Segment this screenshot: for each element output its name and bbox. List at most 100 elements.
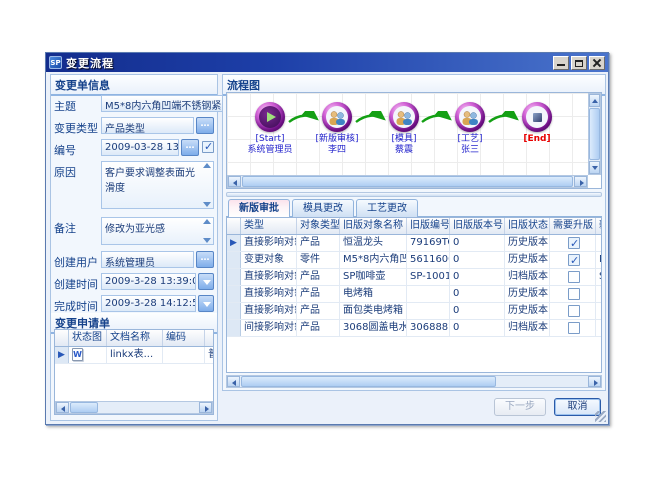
need-upgrade-checkbox[interactable] <box>568 322 580 334</box>
hscroll-thumb[interactable] <box>241 376 496 387</box>
extra-cell: 普通 <box>205 347 214 363</box>
create-time-dropdown-button[interactable] <box>198 273 214 290</box>
tab-craft-change[interactable]: 工艺更改 <box>356 199 418 217</box>
people-node-icon <box>455 102 485 132</box>
people-node-icon <box>322 102 352 132</box>
subject-label: 主题 <box>54 95 101 114</box>
col-old-status[interactable]: 旧版状态 <box>505 218 550 234</box>
scroll-up-button[interactable] <box>589 94 600 107</box>
vscroll-thumb[interactable] <box>589 108 600 160</box>
col-type[interactable]: 类型 <box>241 218 297 234</box>
reason-textarea[interactable]: 客户要求调整表面光滑度 <box>101 161 214 209</box>
flow-arrow <box>287 111 322 127</box>
current-row-marker: ▶ <box>55 347 69 363</box>
creator-browse-button[interactable]: … <box>196 251 214 268</box>
flow-chart-box: [Start] 系统管理员 [新版审核] <box>226 92 602 189</box>
creator-field[interactable]: 系统管理员 <box>101 251 194 268</box>
need-upgrade-checkbox[interactable] <box>568 288 580 300</box>
col-code[interactable]: 编码 <box>163 330 205 346</box>
flow-arrow <box>420 111 455 127</box>
window-title: 变更流程 <box>66 55 551 71</box>
table-row[interactable]: 直接影响对象 产品 面包类电烤箱 0 历史版本 <box>227 303 601 320</box>
table-row[interactable]: ▶ 直接影响对象 产品 恒温龙头 79169TC 0 历史版本 <box>227 235 601 252</box>
col-status-icon[interactable]: 状态图 <box>69 330 107 346</box>
cancel-button[interactable]: 取消 <box>554 398 601 416</box>
hscroll-thumb[interactable] <box>70 402 98 413</box>
col-doc-name[interactable]: 文档名称 <box>107 330 163 346</box>
scroll-right-button[interactable] <box>199 402 212 413</box>
col-obj-type[interactable]: 对象类型 <box>297 218 340 234</box>
table-row[interactable]: 直接影响对象 产品 SP咖啡壶 SP-1001 0 归档版本 SP咖 <box>227 269 601 286</box>
play-icon <box>267 112 276 122</box>
finish-time-field[interactable]: 2009-3-28 14:12:50 <box>101 295 196 312</box>
remark-textarea[interactable]: 修改为亚光感 <box>101 217 214 245</box>
number-row: 编号 2009-03-28 13:39:01 … <box>54 139 214 158</box>
remark-scrollbar[interactable] <box>203 219 212 243</box>
remark-row: 备注 修改为亚光感 <box>54 217 214 245</box>
end-node-icon <box>522 102 552 132</box>
number-field[interactable]: 2009-03-28 13:39:01 <box>101 139 179 156</box>
col-need-upgrade[interactable]: 需要升版 <box>550 218 596 234</box>
change-type-browse-button[interactable]: … <box>196 117 214 134</box>
flow-and-detail-panel: 流程图 [Start] 系统管理员 <box>222 74 606 391</box>
minimize-button[interactable] <box>553 56 569 70</box>
need-upgrade-checkbox[interactable] <box>568 254 580 266</box>
scroll-right-button[interactable] <box>588 376 601 387</box>
finish-time-dropdown-button[interactable] <box>198 295 214 312</box>
number-browse-button[interactable]: … <box>181 139 199 156</box>
need-upgrade-checkbox[interactable] <box>568 271 580 283</box>
request-row[interactable]: ▶ W linkx表... 普通 <box>55 347 213 364</box>
change-type-label: 变更类型 <box>54 117 101 136</box>
start-node-icon <box>255 102 285 132</box>
scroll-left-button[interactable] <box>56 402 69 413</box>
flow-vscrollbar[interactable] <box>588 93 601 175</box>
scroll-left-button[interactable] <box>228 176 241 187</box>
change-type-field[interactable]: 产品类型 <box>101 117 194 134</box>
reason-text: 客户要求调整表面光滑度 <box>105 168 195 194</box>
status-icon-cell: W <box>69 347 107 363</box>
horizontal-splitter[interactable] <box>226 192 602 197</box>
resize-grip[interactable] <box>595 411 606 422</box>
scroll-right-button[interactable] <box>574 176 587 187</box>
request-list-table-header: 状态图 文档名称 编码 <box>55 330 213 347</box>
subject-row: 主题 <box>54 95 214 114</box>
impact-table-header: 类型 对象类型 旧版对象名称 旧版编号 旧版版本号 旧版状态 需要升版 新版 <box>227 218 601 235</box>
col-old-version[interactable]: 旧版版本号 <box>450 218 505 234</box>
close-button[interactable] <box>589 56 605 70</box>
hscroll-thumb[interactable] <box>242 176 573 187</box>
tab-mold-change[interactable]: 模具更改 <box>292 199 354 217</box>
table-row[interactable]: 变更对象 零件 M5*8内六角凹... 5611600 0 历史版本 M5*8 <box>227 252 601 269</box>
col-extra[interactable] <box>205 330 214 346</box>
scroll-down-icon <box>203 202 211 207</box>
tab-bar: 新版审批 模具更改 工艺更改 <box>226 199 602 217</box>
flow-hscrollbar[interactable] <box>227 175 588 188</box>
create-time-field[interactable]: 2009-3-28 13:39:01 <box>101 273 196 290</box>
change-process-window: SP 变更流程 变更单信息 主题 变更类型 产品类型 … 编号 2009-03-… <box>45 52 609 425</box>
reason-scrollbar[interactable] <box>203 163 212 207</box>
finish-time-row: 完成时间 2009-3-28 14:12:50 <box>54 295 214 314</box>
col-old-name[interactable]: 旧版对象名称 <box>340 218 407 234</box>
table-row[interactable]: 直接影响对象 产品 电烤箱 0 历史版本 <box>227 286 601 303</box>
impact-table-hscrollbar[interactable] <box>226 375 602 388</box>
stop-icon <box>533 113 542 122</box>
request-list-hscrollbar[interactable] <box>55 401 213 414</box>
need-upgrade-checkbox[interactable] <box>568 237 580 249</box>
remark-text: 修改为亚光感 <box>105 224 165 235</box>
scroll-left-button[interactable] <box>227 376 240 387</box>
table-row[interactable]: 间接影响对象 产品 3068圆盖电水壶 3068887 0 归档版本 <box>227 320 601 337</box>
tab-new-version-approval[interactable]: 新版审批 <box>228 199 290 217</box>
two-person-icon <box>328 110 346 125</box>
change-info-header: 变更单信息 <box>51 75 217 96</box>
scroll-down-button[interactable] <box>589 161 600 174</box>
impact-object-table: 类型 对象类型 旧版对象名称 旧版编号 旧版版本号 旧版状态 需要升版 新版 ▶… <box>226 217 602 373</box>
title-bar[interactable]: SP 变更流程 <box>46 53 608 72</box>
next-button[interactable]: 下一步 <box>494 398 546 416</box>
need-upgrade-checkbox[interactable] <box>568 305 580 317</box>
maximize-button[interactable] <box>571 56 587 70</box>
number-auto-checkbox[interactable] <box>202 141 214 153</box>
subject-input[interactable] <box>101 95 233 112</box>
two-person-icon <box>461 110 479 125</box>
col-old-code[interactable]: 旧版编号 <box>407 218 450 234</box>
col-new[interactable]: 新版 <box>596 218 602 234</box>
flow-chart-canvas[interactable]: [Start] 系统管理员 [新版审核] <box>227 93 588 175</box>
